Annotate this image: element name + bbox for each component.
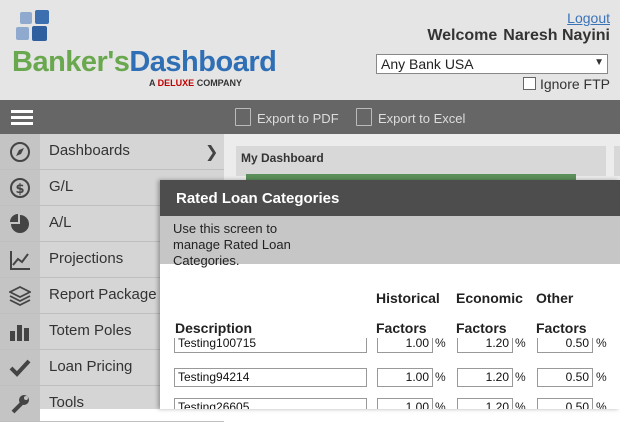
logout-link[interactable]: Logout (567, 10, 610, 26)
dashboard-panel-secondary (614, 146, 620, 176)
brand-name: Banker'sDashboard (12, 46, 277, 79)
welcome-message: Welcome Naresh Nayini (427, 27, 610, 45)
table-row: Testing94214 1.00 % 1.20 % 0.50 % (160, 366, 620, 395)
other-factor-input[interactable]: 0.50 (537, 368, 593, 387)
dollar-icon: $ (10, 178, 30, 198)
table-row: Testing26605 1.00 % 1.20 % 0.50 % (160, 396, 620, 409)
sidebar-item-label: Projections (49, 250, 124, 267)
wrench-icon (11, 395, 29, 414)
bankers-dashboard-logo[interactable]: Banker'sDashboard A DELUXE COMPANY (10, 10, 277, 90)
rated-loan-categories-modal: Rated Loan Categories Use this screen to… (160, 180, 620, 409)
excel-file-icon (356, 108, 372, 126)
economic-header-line1: Economic (456, 290, 523, 306)
sidebar-item-label: G/L (49, 178, 74, 195)
percent-label: % (515, 338, 526, 350)
bank-select-value: Any Bank USA (381, 56, 474, 72)
brand-tagline: A DELUXE COMPANY (149, 78, 242, 88)
modal-header: Rated Loan Categories (160, 180, 620, 216)
modal-description: Use this screen to manage Rated Loan Cat… (173, 221, 291, 268)
tagline-prefix: A (149, 78, 158, 88)
percent-label: % (596, 338, 607, 350)
hamburger-menu-icon[interactable] (11, 110, 33, 126)
historical-factor-input[interactable]: 1.00 (377, 398, 433, 409)
ignore-ftp-label: Ignore FTP (539, 76, 610, 92)
historical-factor-input[interactable]: 1.00 (377, 338, 433, 353)
user-name: Naresh Nayini (503, 27, 610, 44)
dashboard-title: My Dashboard (241, 151, 324, 165)
layers-icon (9, 285, 31, 307)
percent-label: % (435, 338, 446, 350)
sidebar-item-label: Report Package (49, 286, 157, 303)
welcome-label: Welcome (427, 27, 498, 44)
economic-factor-input[interactable]: 1.20 (457, 398, 513, 409)
sidebar-item-label: Tools (49, 394, 85, 411)
sidebar-item-label: Totem Poles (49, 322, 132, 339)
chevron-down-icon: ▼ (594, 57, 604, 68)
other-header-line2: Factors (536, 320, 587, 336)
svg-text:$: $ (15, 182, 24, 197)
modal-description-bar: Use this screen to manage Rated Loan Cat… (160, 216, 620, 268)
app-header: Banker'sDashboard A DELUXE COMPANY Logou… (0, 0, 620, 100)
export-pdf-label: Export to PDF (257, 111, 339, 126)
line-chart-icon (10, 251, 30, 270)
ignore-ftp-checkbox[interactable] (522, 77, 536, 90)
bar-chart-icon (10, 325, 29, 341)
sidebar-item-dashboards[interactable]: Dashboards ❯ (0, 134, 224, 170)
compass-icon (10, 142, 30, 162)
description-input[interactable]: Testing26605 (174, 398, 367, 409)
percent-label: % (435, 400, 446, 409)
description-input[interactable]: Testing100715 (174, 338, 367, 353)
brand-part-1: Banker's (12, 46, 130, 78)
tagline-suffix: COMPANY (194, 78, 243, 88)
modal-title: Rated Loan Categories (176, 190, 340, 207)
bank-select[interactable]: Any Bank USA ▼ (376, 54, 608, 74)
dashboard-panel: My Dashboard (236, 146, 606, 176)
economic-header-line2: Factors (456, 320, 507, 336)
ignore-ftp-option[interactable]: Ignore FTP (522, 76, 610, 92)
sidebar-item-label: Dashboards (49, 142, 130, 159)
export-pdf-button[interactable]: Export to PDF (235, 108, 339, 126)
description-input[interactable]: Testing94214 (174, 368, 367, 387)
export-excel-label: Export to Excel (378, 111, 466, 126)
percent-label: % (596, 400, 607, 409)
percent-label: % (515, 400, 526, 409)
tagline-brand: DELUXE (157, 78, 195, 88)
historical-factor-input[interactable]: 1.00 (377, 368, 433, 387)
description-header: Description (175, 320, 253, 336)
sidebar-item-label: Loan Pricing (49, 358, 133, 375)
export-excel-button[interactable]: Export to Excel (356, 108, 465, 126)
percent-label: % (435, 370, 446, 384)
logo-squares-icon (16, 10, 49, 41)
brand-part-2: Dashboard (129, 46, 277, 78)
other-factor-input[interactable]: 0.50 (537, 398, 593, 409)
toolbar: Export to PDF Export to Excel (0, 100, 620, 134)
table-row: Testing100715 1.00 % 1.20 % 0.50 % (160, 338, 620, 356)
percent-label: % (515, 370, 526, 384)
checkmark-icon (9, 359, 31, 377)
historical-header-line2: Factors (376, 320, 427, 336)
sidebar-item-label: A/L (49, 214, 72, 231)
historical-header-line1: Historical (376, 290, 440, 306)
economic-factor-input[interactable]: 1.20 (457, 368, 513, 387)
chevron-right-icon: ❯ (205, 144, 219, 161)
pie-chart-icon (10, 214, 29, 233)
other-factor-input[interactable]: 0.50 (537, 338, 593, 353)
pdf-file-icon (235, 108, 251, 126)
percent-label: % (596, 370, 607, 384)
other-header-line1: Other (536, 290, 574, 306)
economic-factor-input[interactable]: 1.20 (457, 338, 513, 353)
